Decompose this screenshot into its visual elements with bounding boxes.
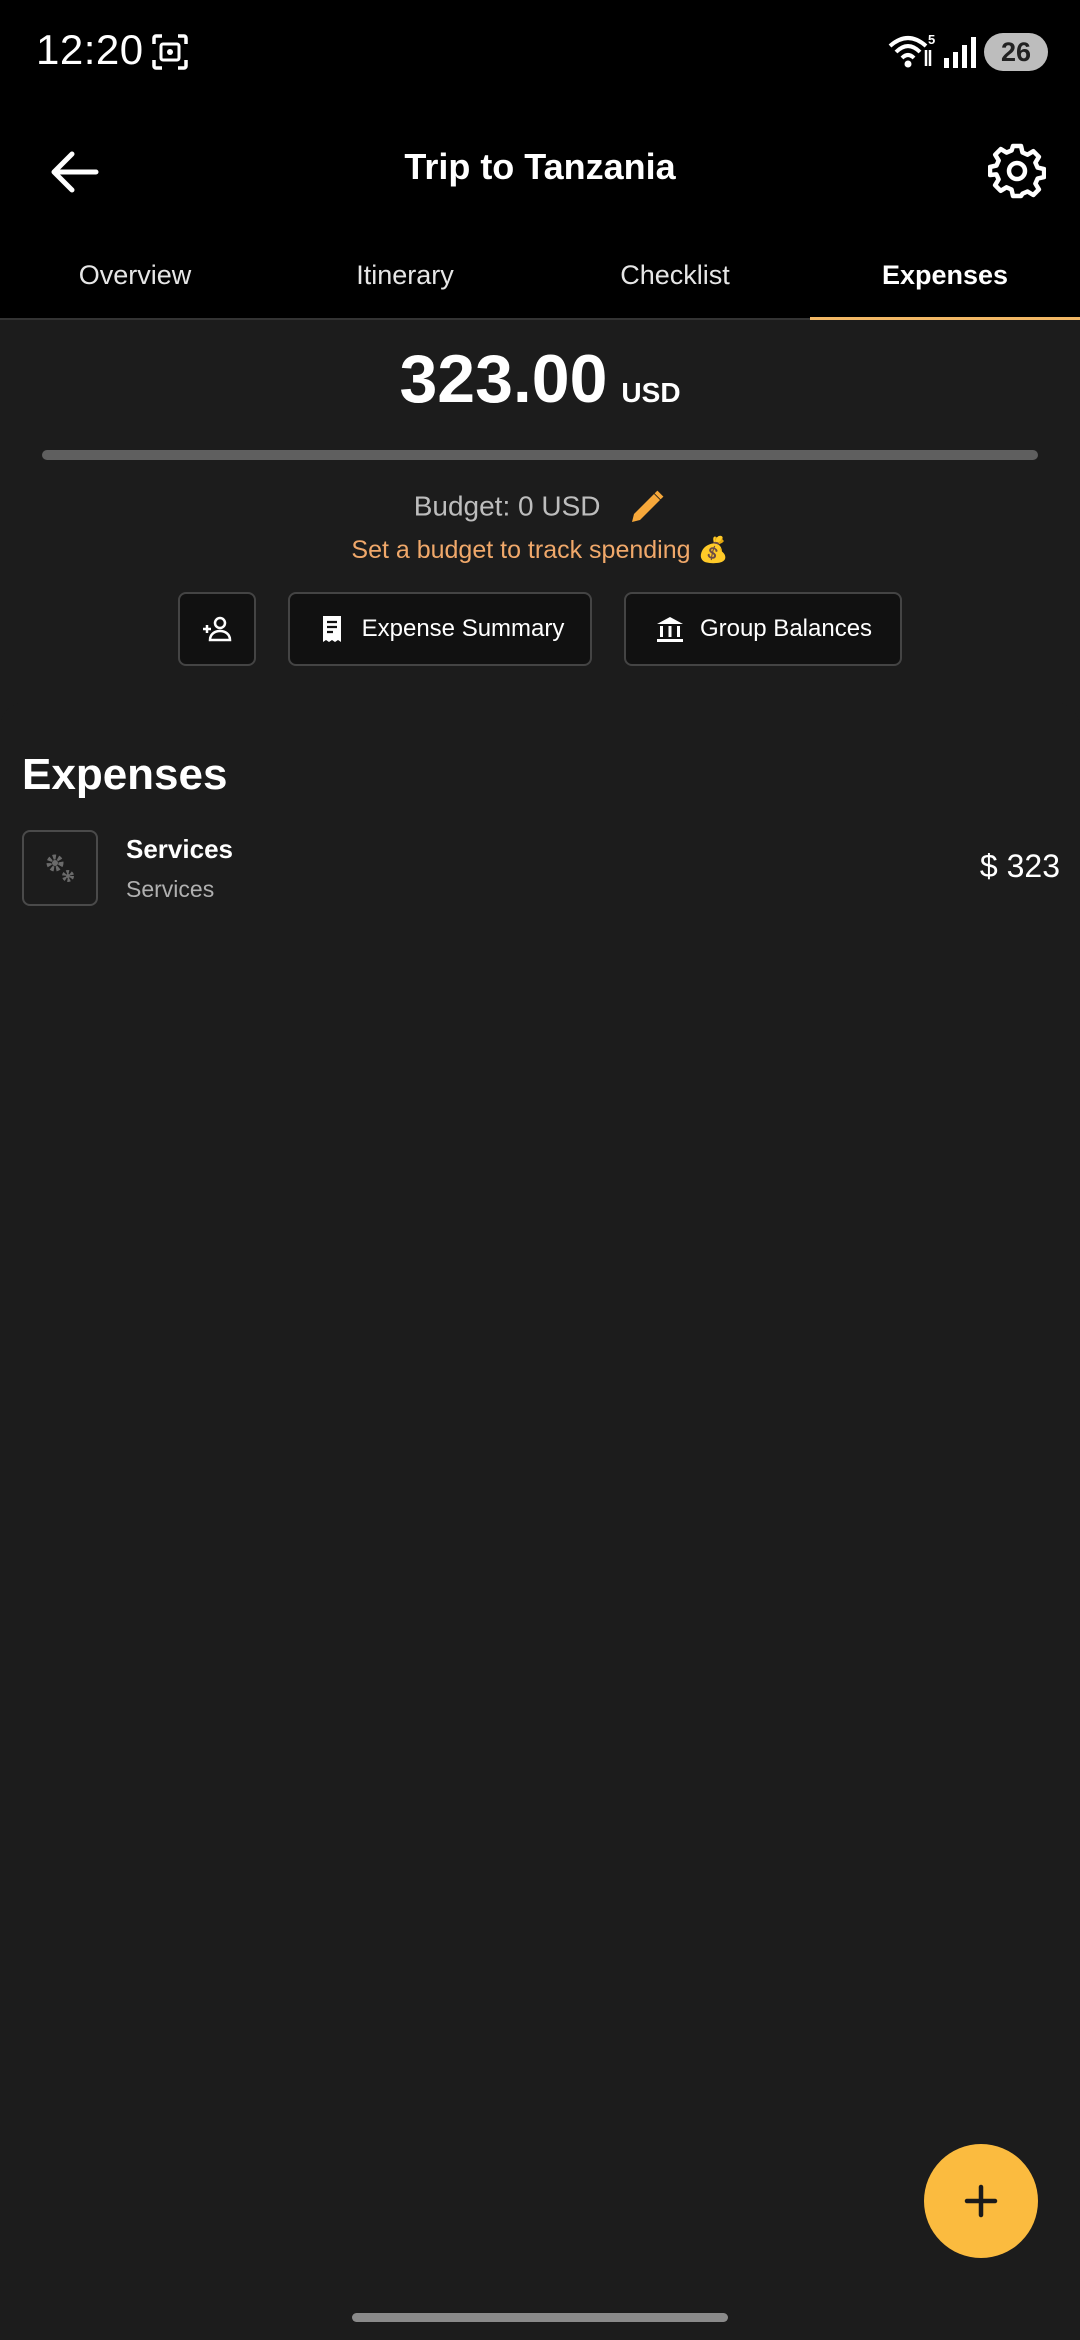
tab-itinerary[interactable]: Itinerary: [270, 260, 540, 291]
expense-summary-label: Expense Summary: [361, 615, 565, 642]
person-add-icon: [203, 616, 232, 642]
gears-icon: [22, 830, 98, 906]
budget-row: Budget: 0 USD: [0, 488, 1080, 528]
bank-icon: [656, 617, 683, 642]
app-bar: Trip to Tanzania: [0, 120, 1080, 220]
wifi-icon: 5: [888, 32, 936, 72]
expense-summary-button[interactable]: Expense Summary: [288, 592, 592, 666]
group-balances-button[interactable]: Group Balances: [624, 592, 902, 666]
total-spent: 323.00 USD: [0, 340, 1080, 418]
pencil-icon[interactable]: [626, 488, 666, 528]
expenses-sheet: Expenses Services Services $ 323: [0, 702, 1080, 2340]
add-member-button[interactable]: [178, 592, 256, 666]
home-indicator: [352, 2313, 728, 2322]
screenshot-icon: [150, 32, 190, 72]
expense-title: Services: [126, 834, 233, 864]
tab-overview[interactable]: Overview: [0, 260, 270, 291]
receipt-icon: [322, 616, 341, 642]
expenses-heading: Expenses: [22, 750, 228, 799]
expense-amount: $ 323: [979, 848, 1060, 884]
tab-checklist[interactable]: Checklist: [540, 260, 810, 291]
page-title: Trip to Tanzania: [404, 146, 676, 187]
header-area: 12:20 5 26 Trip to Tanzania Overview Iti…: [0, 0, 1080, 320]
signal-icon: [942, 34, 980, 70]
add-expense-button[interactable]: [924, 2144, 1038, 2258]
budget-label: Budget: 0 USD: [413, 490, 601, 522]
gear-icon[interactable]: [987, 142, 1047, 200]
wifi-badge: 5: [928, 32, 935, 47]
status-bar: 12:20 5 26: [0, 0, 1080, 100]
group-balances-label: Group Balances: [699, 615, 873, 642]
status-time: 12:20: [36, 26, 144, 73]
budget-progress-bar: [42, 450, 1038, 460]
battery-icon: 26: [984, 33, 1048, 71]
tab-indicator: [810, 317, 1080, 320]
tab-bar: Overview Itinerary Checklist Expenses: [0, 252, 1080, 320]
expense-list-item[interactable]: Services Services $ 323: [0, 826, 1080, 910]
total-currency: USD: [621, 377, 681, 408]
plus-icon: [964, 2184, 998, 2218]
tab-expenses[interactable]: Expenses: [810, 260, 1080, 291]
expense-category: Services: [126, 876, 215, 902]
total-amount: 323.00: [399, 341, 608, 417]
budget-hint: Set a budget to track spending 💰: [351, 536, 729, 564]
